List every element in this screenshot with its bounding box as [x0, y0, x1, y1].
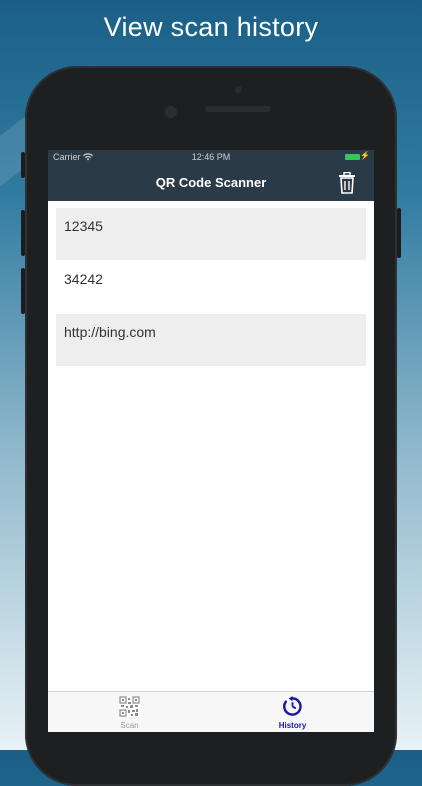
status-time: 12:46 PM: [191, 152, 231, 162]
status-bar: Carrier 12:46 PM ⚡: [48, 150, 374, 165]
tab-bar: Scan History: [48, 691, 374, 732]
power-button: [397, 208, 401, 258]
navigation-bar: QR Code Scanner: [48, 165, 374, 201]
front-camera: [165, 106, 177, 118]
history-item[interactable]: http://bing.com: [56, 314, 366, 366]
history-list: 12345 34242 http://bing.com: [48, 201, 374, 366]
mute-switch: [21, 152, 25, 178]
history-item[interactable]: 34242: [56, 261, 366, 313]
volume-up-button: [21, 210, 25, 256]
battery-icon: [345, 154, 360, 160]
earpiece-speaker: [205, 106, 271, 112]
tab-scan[interactable]: Scan: [48, 692, 211, 732]
clock-history-icon: [283, 696, 302, 716]
history-item-text: 34242: [64, 271, 103, 287]
app-screen: Carrier 12:46 PM ⚡ QR Code Scanner 12345…: [48, 150, 374, 732]
history-item[interactable]: 12345: [56, 208, 366, 260]
tab-history-label: History: [278, 721, 307, 730]
volume-down-button: [21, 268, 25, 314]
tab-scan-label: Scan: [120, 721, 139, 730]
history-item-text: 12345: [64, 218, 103, 234]
front-sensor: [235, 86, 242, 93]
qr-code-icon: [119, 696, 140, 717]
history-item-text: http://bing.com: [64, 324, 156, 340]
promo-headline: View scan history: [103, 12, 319, 42]
trash-icon[interactable]: [338, 172, 356, 194]
nav-title: QR Code Scanner: [155, 175, 267, 190]
tab-history[interactable]: History: [211, 692, 374, 732]
charging-icon: ⚡: [360, 151, 370, 160]
